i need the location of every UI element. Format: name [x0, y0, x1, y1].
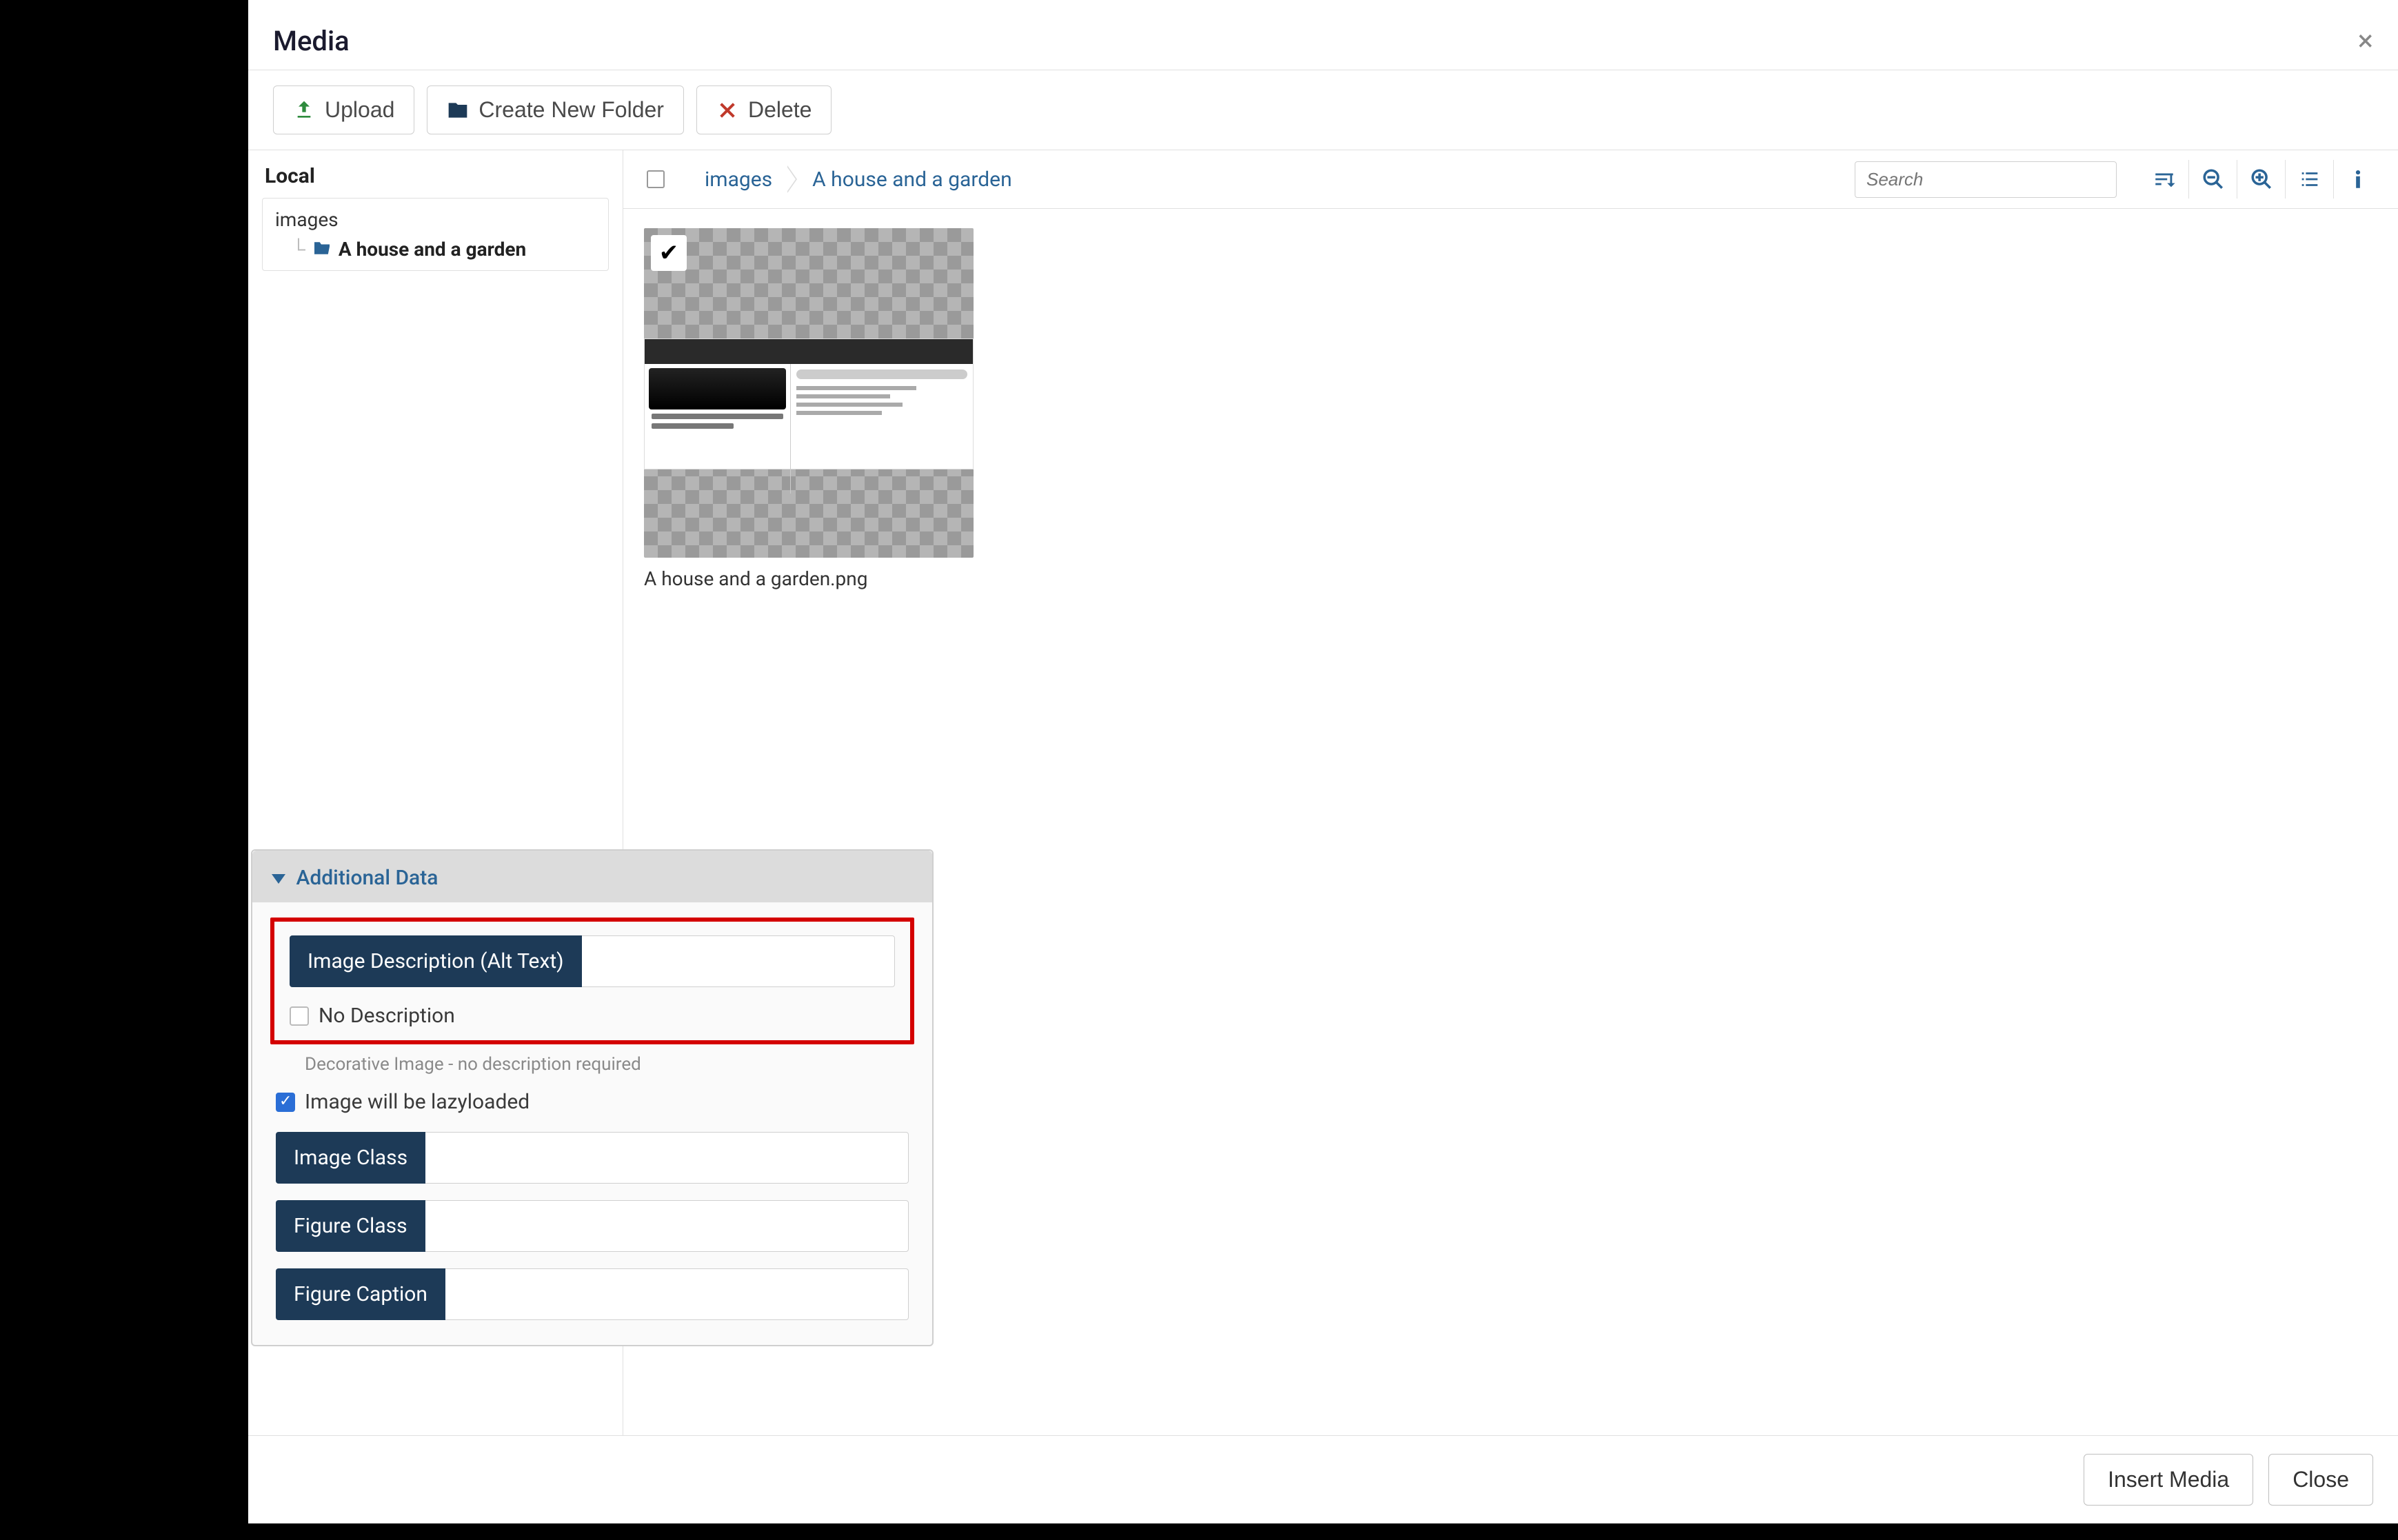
new-folder-button[interactable]: Create New Folder [427, 85, 684, 134]
alt-text-highlight: Image Description (Alt Text) No Descript… [270, 918, 914, 1044]
close-button[interactable]: Close [2268, 1454, 2373, 1506]
delete-x-icon [716, 99, 738, 121]
select-all-checkbox[interactable] [647, 170, 665, 188]
panel-header-label: Additional Data [296, 866, 438, 890]
thumbnail-preview-content [644, 338, 974, 469]
upload-button[interactable]: Upload [273, 85, 414, 134]
folder-icon [447, 99, 469, 121]
figure-caption-label: Figure Caption [276, 1268, 445, 1320]
additional-data-panel: Additional Data Image Description (Alt T… [251, 849, 934, 1346]
figure-caption-row: Figure Caption [276, 1268, 909, 1320]
breadcrumb: images A house and a garden [692, 163, 1025, 196]
breadcrumb-separator-icon [787, 165, 797, 193]
no-description-label: No Description [319, 1004, 455, 1028]
lazyload-label: Image will be lazyloaded [305, 1090, 530, 1114]
toolbar: Upload Create New Folder Delete [248, 70, 2398, 150]
folder-tree: images └ A house and a garden [262, 198, 609, 271]
breadcrumb-current[interactable]: A house and a garden [800, 163, 1024, 196]
new-folder-button-label: Create New Folder [478, 97, 664, 123]
no-description-hint: Decorative Image - no description requir… [305, 1054, 909, 1075]
thumbnail-image: ✔ [644, 228, 974, 558]
list-view-icon[interactable] [2285, 160, 2333, 199]
image-class-input[interactable] [425, 1132, 909, 1184]
thumbnail-caption: A house and a garden.png [644, 558, 974, 590]
tree-child-selected[interactable]: └ A house and a garden [275, 238, 596, 261]
sidebar-title: Local [262, 164, 609, 188]
figure-class-input[interactable] [425, 1200, 909, 1252]
alt-text-label: Image Description (Alt Text) [290, 935, 582, 987]
panel-body: Image Description (Alt Text) No Descript… [252, 902, 932, 1345]
alt-text-input[interactable] [582, 935, 895, 987]
lazyload-row[interactable]: Image will be lazyloaded [276, 1090, 909, 1114]
modal-header: Media × [248, 8, 2398, 70]
figure-caption-input[interactable] [445, 1268, 909, 1320]
tree-branch-icon: └ [292, 238, 305, 261]
breadcrumb-images[interactable]: images [692, 163, 785, 196]
content-topbar: images A house and a garden [623, 150, 2398, 209]
view-tools [2130, 160, 2381, 199]
image-class-label: Image Class [276, 1132, 425, 1184]
upload-button-label: Upload [325, 97, 394, 123]
delete-button-label: Delete [748, 97, 812, 123]
info-icon[interactable] [2333, 160, 2381, 199]
tree-root[interactable]: images [275, 208, 596, 231]
modal-footer: Insert Media Close [248, 1435, 2398, 1523]
insert-media-button[interactable]: Insert Media [2084, 1454, 2253, 1506]
thumbnail-item[interactable]: ✔ [644, 228, 974, 590]
folder-open-icon [312, 238, 332, 261]
zoom-out-icon[interactable] [2188, 160, 2237, 199]
no-description-row[interactable]: No Description [290, 1004, 895, 1028]
tree-child-label: A house and a garden [339, 238, 526, 261]
search-input[interactable] [1855, 161, 2117, 198]
sort-icon[interactable] [2140, 160, 2188, 199]
upload-icon [293, 99, 315, 121]
no-description-checkbox[interactable] [290, 1006, 309, 1026]
close-icon[interactable]: × [2358, 27, 2373, 56]
zoom-in-icon[interactable] [2237, 160, 2285, 199]
image-class-row: Image Class [276, 1132, 909, 1184]
thumbnail-selected-check-icon[interactable]: ✔ [651, 235, 687, 271]
panel-header[interactable]: Additional Data [252, 851, 932, 902]
alt-text-row: Image Description (Alt Text) [290, 935, 895, 987]
figure-class-row: Figure Class [276, 1200, 909, 1252]
modal-title: Media [273, 25, 350, 57]
collapse-triangle-icon [272, 874, 285, 884]
figure-class-label: Figure Class [276, 1200, 425, 1252]
delete-button[interactable]: Delete [696, 85, 832, 134]
lazyload-checkbox[interactable] [276, 1093, 295, 1112]
